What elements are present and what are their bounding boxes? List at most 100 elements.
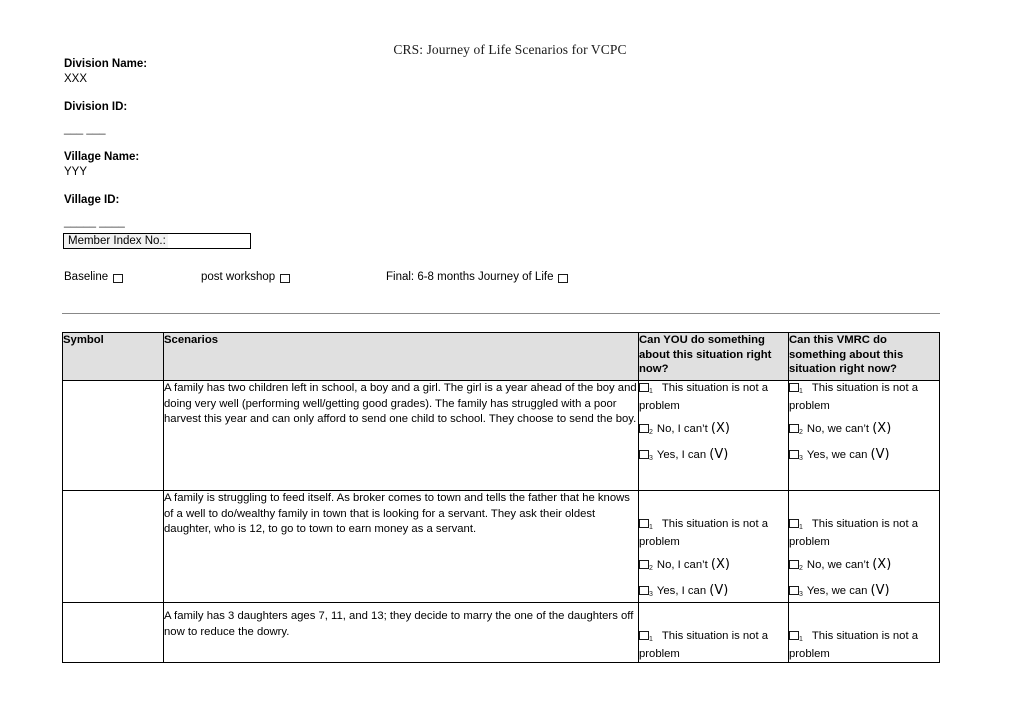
option-no-i-cant[interactable]: 2 No, I can’t (X) (639, 557, 788, 576)
checkbox-icon[interactable] (789, 560, 799, 569)
checkbox-icon[interactable] (280, 274, 291, 283)
option-yes-i-can[interactable]: 3 Yes, I can (V) (639, 583, 788, 602)
option-no-we-cant[interactable]: 2 No, we can’t (X) (789, 557, 939, 576)
checkbox-icon[interactable] (639, 519, 649, 528)
option-label: Yes, we can (806, 449, 868, 461)
member-index-input[interactable] (167, 234, 250, 248)
option-number: 2 (649, 429, 653, 436)
symbol-cell[interactable] (62, 602, 164, 663)
column-header-can-you: Can YOU do something about this situatio… (638, 332, 789, 381)
option-number: 1 (799, 388, 803, 395)
stage-baseline[interactable]: Baseline (64, 270, 124, 284)
village-id-blank[interactable]: _____ ____ (64, 215, 484, 230)
answer-cell-vmrc: 1 This situation is not a problem 2 No, we… (788, 380, 940, 491)
option-yes-we-can[interactable]: 3 Yes, we can (V) (789, 583, 939, 602)
option-label: Yes, I can (656, 585, 707, 597)
option-number: 1 (799, 636, 803, 643)
option-yes-we-can[interactable]: 3 Yes, we can (V) (789, 447, 939, 466)
option-not-a-problem[interactable]: 1 This situation is not a problem (789, 381, 939, 414)
option-not-a-problem[interactable]: 1 This situation is not a problem (789, 629, 939, 662)
checkbox-icon[interactable] (789, 586, 799, 595)
horizontal-divider (62, 313, 940, 314)
stage-final-label: Final: 6-8 months Journey of Life (386, 271, 554, 283)
option-number: 2 (649, 565, 653, 572)
option-yes-i-can[interactable]: 3 Yes, I can (V) (639, 447, 788, 466)
division-name-label: Division Name: (64, 58, 148, 70)
checkbox-icon[interactable] (639, 560, 649, 569)
column-header-can-vmrc: Can this VMRC do something about this si… (788, 332, 940, 381)
option-number: 3 (649, 455, 653, 462)
answer-cell-you: 1 This situation is not a problem 2 No, I … (638, 490, 789, 603)
option-label: No, I can’t (656, 423, 708, 435)
option-no-we-cant[interactable]: 2 No, we can’t (X) (789, 421, 939, 440)
table-row: A family has two children left in school… (62, 380, 940, 491)
option-number: 2 (799, 565, 803, 572)
checkbox-icon[interactable] (789, 450, 799, 459)
option-not-a-problem[interactable]: 1 This situation is not a problem (639, 517, 788, 550)
checkbox-icon[interactable] (639, 586, 649, 595)
stage-final[interactable]: Final: 6-8 months Journey of Life (386, 270, 569, 284)
checkbox-icon[interactable] (113, 274, 124, 283)
column-header-scenarios: Scenarios (163, 332, 639, 381)
checkbox-icon[interactable] (639, 450, 649, 459)
division-id-label: Division ID: (64, 101, 128, 113)
option-label: This situation is not a problem (789, 382, 919, 412)
option-not-a-problem[interactable]: 1 This situation is not a problem (789, 517, 939, 550)
option-label: No, we can’t (806, 423, 870, 435)
table-row: A family is struggling to feed itself. A… (62, 490, 940, 603)
option-number: 1 (799, 524, 803, 531)
checkbox-icon[interactable] (639, 424, 649, 433)
option-label: This situation is not a problem (639, 382, 769, 412)
checkbox-icon[interactable] (789, 383, 799, 392)
member-index-field[interactable]: Member Index No.: (63, 233, 251, 249)
member-index-label: Member Index No.: (68, 234, 166, 247)
checkbox-icon[interactable] (639, 631, 649, 640)
option-mark: (X) (710, 557, 730, 572)
option-mark: (V) (870, 447, 890, 462)
option-mark: (X) (710, 421, 730, 436)
option-label: This situation is not a problem (639, 630, 769, 660)
option-label: No, we can’t (806, 559, 870, 571)
checkbox-icon[interactable] (558, 274, 569, 283)
answer-cell-you: 1 This situation is not a problem 2 No, I … (638, 380, 789, 491)
table-header-row: Symbol Scenarios Can YOU do something ab… (62, 332, 940, 381)
checkbox-icon[interactable] (789, 631, 799, 640)
option-number: 2 (799, 429, 803, 436)
stage-post-workshop[interactable]: post workshop (201, 270, 291, 284)
symbol-cell[interactable] (62, 380, 164, 491)
option-label: This situation is not a problem (789, 518, 919, 548)
option-label: This situation is not a problem (639, 518, 769, 548)
document-title: CRS: Journey of Life Scenarios for VCPC (393, 42, 627, 57)
checkbox-icon[interactable] (789, 519, 799, 528)
option-not-a-problem[interactable]: 1 This situation is not a problem (639, 629, 788, 662)
option-mark: (X) (872, 557, 892, 572)
stage-post-workshop-label: post workshop (201, 271, 276, 283)
checkbox-icon[interactable] (789, 424, 799, 433)
checkbox-icon[interactable] (639, 383, 649, 392)
option-mark: (V) (709, 447, 729, 462)
table-row: A family has 3 daughters ages 7, 11, and… (62, 602, 940, 663)
option-number: 1 (649, 524, 653, 531)
option-not-a-problem[interactable]: 1 This situation is not a problem (639, 381, 788, 414)
village-name-value[interactable]: YYY (64, 165, 484, 180)
stage-checkbox-row: Baseline post workshop Final: 6-8 months… (64, 270, 624, 288)
option-label: No, I can’t (656, 559, 708, 571)
answer-cell-you: 1 This situation is not a problem (638, 602, 789, 663)
option-no-i-cant[interactable]: 2 No, I can’t (X) (639, 421, 788, 440)
scenario-cell: A family has two children left in school… (163, 380, 639, 491)
division-id-blank[interactable]: ___ ___ (64, 122, 484, 137)
option-mark: (V) (709, 583, 729, 598)
option-number: 3 (799, 591, 803, 598)
village-id-label: Village ID: (64, 194, 120, 206)
option-mark: (X) (872, 421, 892, 436)
column-header-symbol: Symbol (62, 332, 164, 381)
document-page: CRS: Journey of Life Scenarios for VCPC … (0, 0, 1020, 720)
option-label: This situation is not a problem (789, 630, 919, 660)
division-name-value[interactable]: XXX (64, 72, 484, 87)
symbol-cell[interactable] (62, 490, 164, 603)
scenario-cell: A family has 3 daughters ages 7, 11, and… (163, 602, 639, 663)
option-mark: (V) (870, 583, 890, 598)
option-number: 3 (649, 591, 653, 598)
option-number: 1 (649, 636, 653, 643)
option-number: 1 (649, 388, 653, 395)
